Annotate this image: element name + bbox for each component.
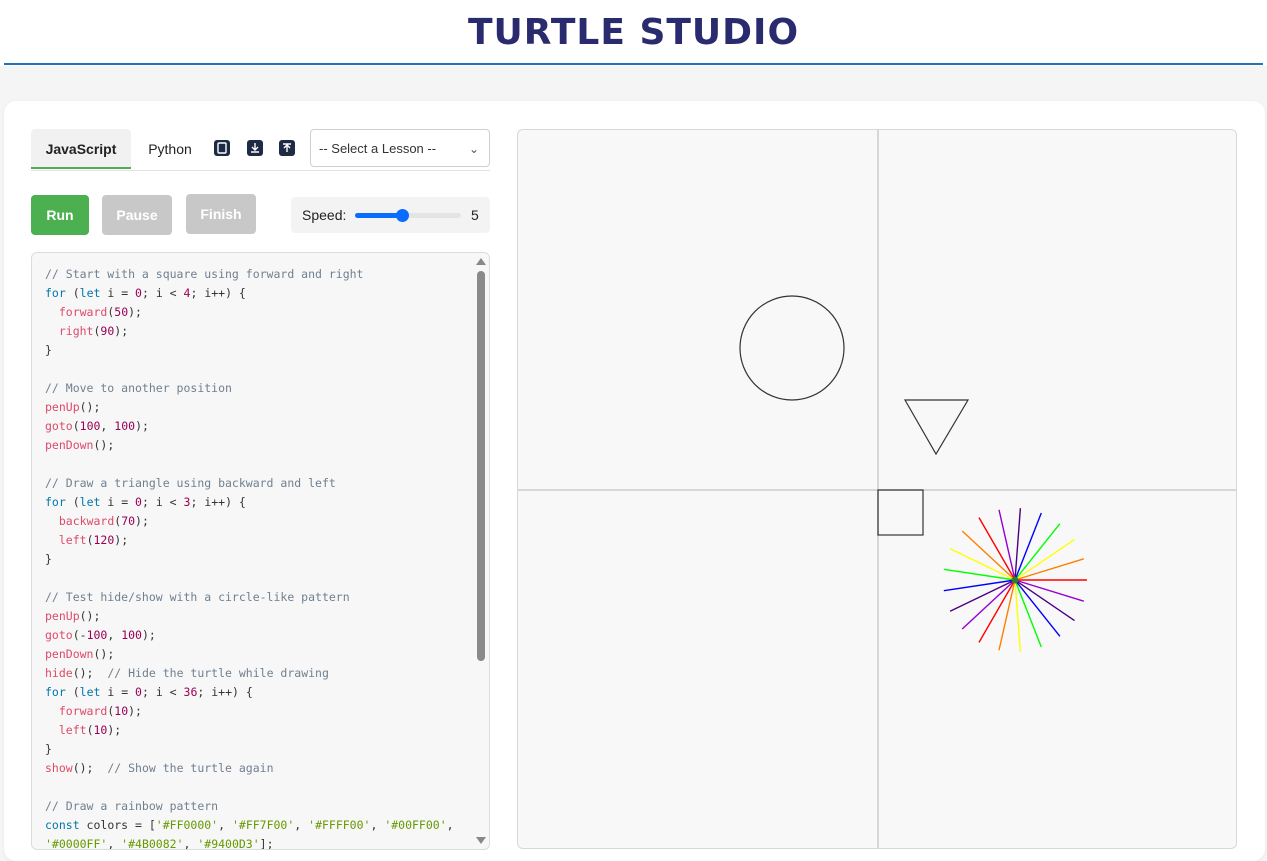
- drawn-square: [877, 489, 924, 536]
- code-line: // Draw a triangle using backward and le…: [45, 476, 336, 490]
- chevron-down-icon: ⌄: [468, 142, 479, 156]
- app-header: TURTLE STUDIO: [0, 0, 1267, 66]
- rainbow-ray: [1014, 523, 1061, 581]
- code-line: // Test hide/show with a circle-like pat…: [45, 590, 350, 604]
- speed-slider-handle[interactable]: [396, 209, 410, 222]
- speed-control: Speed: 5: [291, 197, 490, 233]
- code-line: penDown();: [45, 438, 115, 452]
- code-line: left(10);: [58, 723, 122, 737]
- pause-button[interactable]: Pause: [102, 195, 172, 235]
- code-line: penUp();: [45, 400, 101, 414]
- code-line: for (let i = 0; i < 3; i++) {: [45, 495, 246, 509]
- finish-button[interactable]: Finish: [186, 194, 256, 234]
- header-divider: [4, 63, 1263, 65]
- copy-icon[interactable]: [214, 140, 230, 156]
- lesson-select[interactable]: -- Select a Lesson -- ⌄: [310, 129, 490, 167]
- rainbow-ray: [1014, 579, 1061, 637]
- main-panel: JavaScript Python -- Select a Lesson -- …: [4, 101, 1265, 861]
- run-button[interactable]: Run: [31, 195, 89, 235]
- rainbow-ray: [1014, 579, 1075, 622]
- code-line: backward(70);: [58, 514, 149, 528]
- scroll-down-icon[interactable]: [476, 837, 486, 844]
- rainbow-ray: [1014, 579, 1085, 602]
- speed-value: 5: [471, 207, 479, 223]
- lesson-select-value: -- Select a Lesson --: [319, 141, 437, 156]
- code-line: }: [45, 343, 52, 357]
- code-line: goto(100, 100);: [45, 419, 149, 433]
- code-line: '#0000FF', '#4B0082', '#9400D3'];: [45, 837, 274, 850]
- code-line: // Move to another position: [45, 381, 232, 395]
- code-line: left(120);: [58, 533, 129, 547]
- code-line: right(90);: [58, 324, 129, 338]
- code-editor[interactable]: // Start with a square using forward and…: [31, 252, 490, 850]
- speed-slider[interactable]: [355, 209, 461, 222]
- code-line: }: [45, 742, 52, 756]
- rainbow-ray: [998, 579, 1016, 651]
- app-title: TURTLE STUDIO: [467, 12, 800, 53]
- code-line: show(); // Show the turtle again: [45, 761, 274, 775]
- code-content[interactable]: // Start with a square using forward and…: [45, 265, 454, 850]
- rainbow-ray: [1014, 538, 1075, 581]
- tab-python[interactable]: Python: [139, 129, 201, 169]
- drawn-circle: [739, 295, 845, 401]
- code-line: forward(50);: [58, 305, 142, 319]
- rainbow-ray: [998, 509, 1016, 581]
- code-line: forward(10);: [58, 704, 142, 718]
- upload-icon[interactable]: [279, 140, 295, 156]
- code-line: for (let i = 0; i < 36; i++) {: [45, 685, 253, 699]
- speed-label: Speed:: [302, 207, 347, 223]
- rainbow-ray: [1014, 558, 1085, 581]
- code-line: const colors = ['#FF0000', '#FF7F00', '#…: [45, 818, 454, 832]
- scrollbar-thumb[interactable]: [477, 271, 485, 661]
- turtle-icon: [1011, 576, 1019, 584]
- turtle-drawing: [518, 130, 1236, 848]
- tab-javascript[interactable]: JavaScript: [31, 129, 131, 169]
- drawn-triangle: [903, 399, 970, 456]
- editor-scrollbar[interactable]: [475, 255, 487, 847]
- code-line: goto(-100, 100);: [45, 628, 156, 642]
- code-line: for (let i = 0; i < 4; i++) {: [45, 286, 246, 300]
- tab-bar: JavaScript Python -- Select a Lesson -- …: [31, 129, 490, 171]
- download-icon[interactable]: [247, 140, 263, 156]
- code-line: // Draw a rainbow pattern: [45, 799, 219, 813]
- code-line: penUp();: [45, 609, 101, 623]
- code-line: hide(); // Hide the turtle while drawing: [45, 666, 329, 680]
- code-line: // Start with a square using forward and…: [45, 267, 364, 281]
- code-line: }: [45, 552, 52, 566]
- code-line: penDown();: [45, 647, 115, 661]
- speed-slider-fill: [355, 213, 403, 218]
- scroll-up-icon[interactable]: [476, 258, 486, 265]
- turtle-canvas[interactable]: [517, 129, 1237, 849]
